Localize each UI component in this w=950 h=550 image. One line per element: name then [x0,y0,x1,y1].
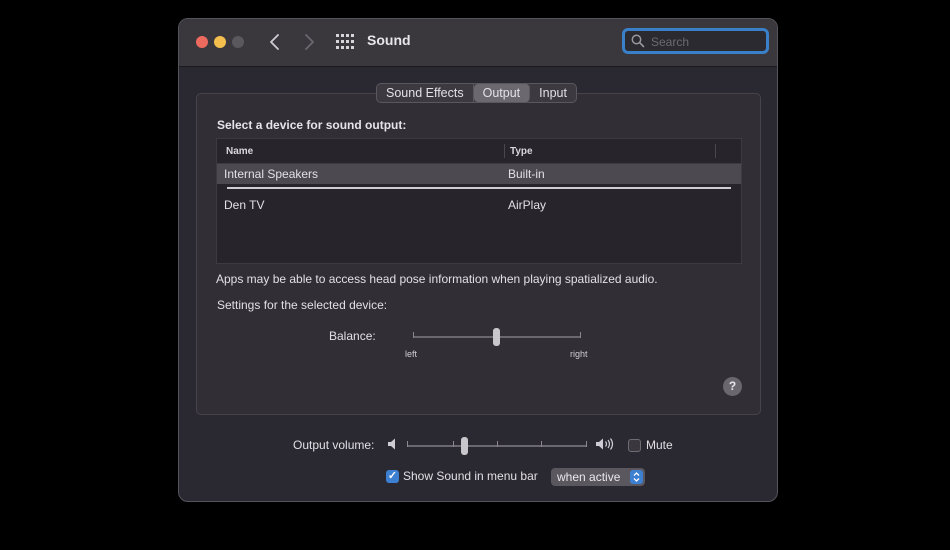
show-in-menubar-checkbox[interactable]: ✓ [386,470,399,483]
settings-label: Settings for the selected device: [217,298,388,312]
output-volume-thumb[interactable] [461,437,468,455]
tab-output[interactable]: Output [473,84,531,102]
popup-selected-value: when active [557,470,621,484]
device-name: Den TV [224,198,265,212]
chevron-left-icon [270,34,279,50]
balance-label: Balance: [329,329,376,343]
slider-tick [413,332,414,338]
device-table[interactable]: Name Type Internal Speakers Built-in Den… [216,138,742,264]
slider-tick [586,441,587,447]
search-icon [631,34,645,48]
balance-left-label: left [405,349,418,359]
sound-preferences-window: Sound Sound Effects Output Input Select … [178,18,778,502]
mute-label: Mute [646,438,673,452]
back-button[interactable] [265,30,285,54]
zoom-button [232,36,244,48]
close-button[interactable] [196,36,208,48]
device-type: Built-in [508,167,545,181]
slider-tick [580,332,581,338]
forward-button [299,30,319,54]
minimize-button[interactable] [214,36,226,48]
search-input[interactable] [649,31,763,53]
slider-tick [497,441,498,447]
chevron-right-icon [305,34,314,50]
slider-tick [407,441,408,447]
help-button[interactable]: ? [723,377,742,396]
table-header: Name Type [217,139,741,164]
up-down-chevron-icon [630,470,643,484]
column-divider[interactable] [504,144,505,158]
speaker-low-icon [387,437,399,456]
title-bar: Sound [179,19,777,67]
show-all-grid-icon[interactable] [336,34,354,50]
spatial-audio-info: Apps may be able to access head pose inf… [216,272,658,286]
output-volume-label: Output volume: [293,438,375,452]
device-name: Internal Speakers [224,167,319,181]
window-title: Sound [367,32,411,48]
tab-sound-effects[interactable]: Sound Effects [377,84,474,102]
column-header-type[interactable]: Type [510,146,533,157]
table-row[interactable]: Den TV AirPlay [217,195,741,215]
drop-indicator-line [227,187,731,189]
mute-checkbox[interactable] [628,439,641,452]
balance-right-label: right [570,349,588,359]
column-divider[interactable] [715,144,716,158]
output-heading: Select a device for sound output: [217,118,407,132]
show-in-menubar-label: Show Sound in menu bar [403,469,538,483]
device-type: AirPlay [508,198,547,212]
column-header-name[interactable]: Name [226,146,253,157]
menubar-visibility-popup[interactable]: when active [551,468,645,486]
slider-tick [453,441,454,447]
search-field[interactable] [622,28,769,54]
balance-slider-thumb[interactable] [493,328,500,346]
tab-input[interactable]: Input [530,84,576,102]
slider-tick [541,441,542,447]
speaker-high-icon [595,437,617,456]
table-row[interactable]: Internal Speakers Built-in [217,164,741,184]
tab-bar: Sound Effects Output Input [376,83,577,103]
